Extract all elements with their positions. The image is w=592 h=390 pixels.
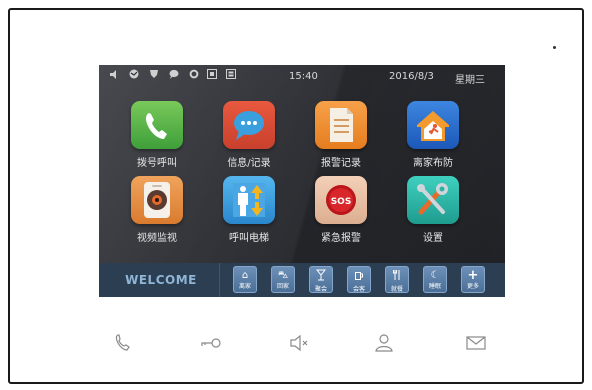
tools-icon [407,176,459,224]
scene-label: 离家 [238,283,251,290]
plus-icon: + [467,268,479,283]
phone-icon[interactable] [113,333,135,353]
utensils-icon [386,269,408,286]
message-icon [169,69,179,79]
app-emergency-alarm[interactable]: SOS 紧急报警 [301,176,381,244]
app-label: 报警记录 [321,158,361,169]
scene-label: 就餐 [390,286,403,293]
sos-icon: SOS [315,176,367,224]
clock-date: 2016/8/3 [389,71,434,82]
clock-time: 15:40 [289,71,318,82]
key-icon[interactable] [200,333,222,353]
mail-icon[interactable] [465,333,487,353]
app-label: 呼叫电梯 [229,233,269,244]
speaker-icon [110,70,116,79]
speaker-mute-icon[interactable] [289,333,311,353]
scene-label: 聚会 [314,286,327,293]
scene-label: 睡眠 [428,283,441,290]
clock-weekday: 星期三 [455,75,485,86]
scene-dining-button[interactable]: 就餐 [385,266,409,293]
globe-icon [129,69,139,79]
app-messages[interactable]: 信息/记录 [209,101,289,169]
app-label: 设置 [423,233,443,244]
camera-icon [131,176,183,224]
user-icon[interactable] [373,333,395,353]
home-leave-icon: ⌂ [241,270,249,281]
document-icon [315,101,367,149]
app-label: 信息/记录 [227,158,271,169]
refresh-icon [189,69,199,79]
home-screen: 15:40 2016/8/3 星期三 拨号呼叫 信息/记录 报警记录 离家布防 … [99,65,505,297]
shield-icon [150,70,158,78]
house-shield-icon [407,101,459,149]
bar-divider [219,263,220,297]
app-away-arm[interactable]: 离家布防 [393,101,473,169]
scene-party-button[interactable]: 聚会 [309,266,333,293]
indicator-dot [553,46,556,49]
svg-text:SOS: SOS [331,197,352,207]
phone-icon [131,101,183,149]
scene-more-button[interactable]: + 更多 [461,266,485,293]
scene-guest-button[interactable]: 会客 [347,266,371,293]
elevator-icon [223,176,275,224]
scene-sleep-button[interactable]: ☾ 睡眠 [423,266,447,293]
app-label: 拨号呼叫 [137,158,177,169]
app-label: 紧急报警 [321,233,361,244]
calendar-icon [207,69,217,79]
scene-label: 会客 [352,286,365,293]
scene-label: 回家 [276,283,289,290]
scene-return-home-button[interactable]: ⛍ 回家 [271,266,295,293]
scene-leave-home-button[interactable]: ⌂ 离家 [233,266,257,293]
app-label: 视频监视 [137,233,177,244]
cocktail-icon [310,269,332,286]
cup-icon [348,269,370,286]
app-dial-call[interactable]: 拨号呼叫 [117,101,197,169]
app-call-elevator[interactable]: 呼叫电梯 [209,176,289,244]
app-video-monitor[interactable]: 视频监视 [117,176,197,244]
car-icon: ⛍ [277,270,289,281]
scene-bar: WELCOME ⌂ 离家 ⛍ 回家 聚会 会客 就餐 ☾ 睡眠 + 更多 [99,263,505,297]
app-alarm-records[interactable]: 报警记录 [301,101,381,169]
storage-icon [226,69,236,79]
status-bar: 15:40 2016/8/3 星期三 [99,65,505,87]
welcome-text: WELCOME [125,273,197,287]
chat-bubble-icon [223,101,275,149]
scene-label: 更多 [466,283,479,290]
app-label: 离家布防 [413,158,453,169]
moon-icon: ☾ [430,270,440,281]
app-settings[interactable]: 设置 [393,176,473,244]
